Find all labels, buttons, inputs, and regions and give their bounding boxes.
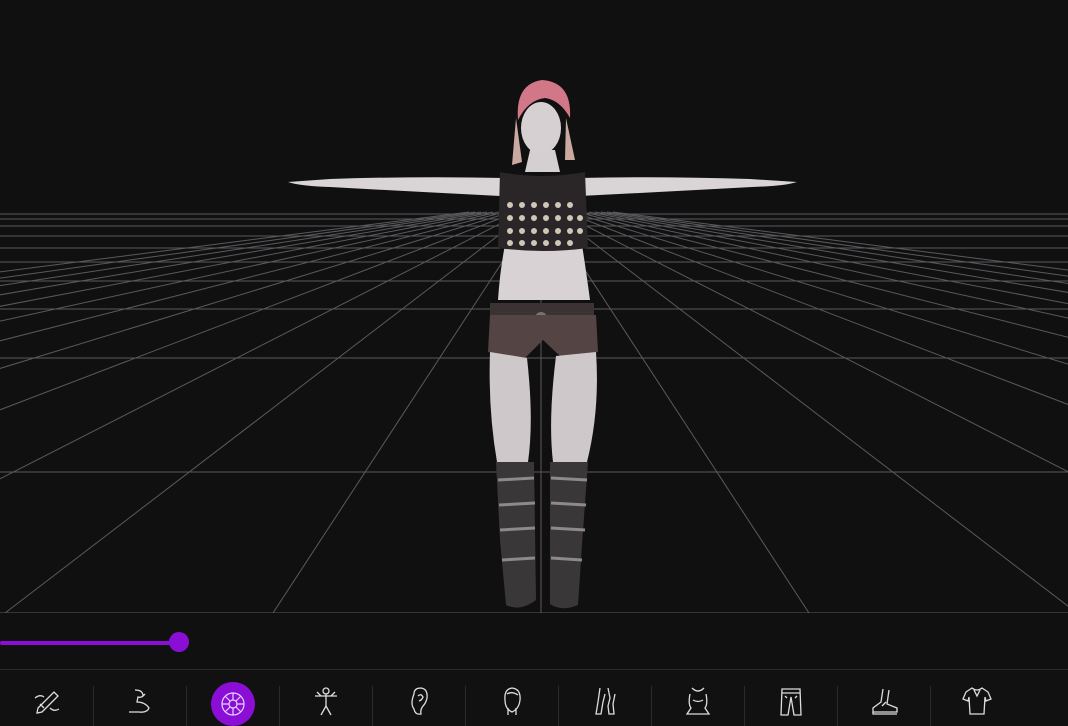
- toolbar-item-pants[interactable]: [744, 670, 837, 726]
- left-arm: [288, 177, 505, 196]
- toolbar-item-edit-body[interactable]: [0, 670, 93, 726]
- ear-icon: [410, 687, 428, 715]
- toolbar-item-ear[interactable]: [372, 670, 465, 726]
- pants-icon: [779, 688, 802, 716]
- toolbar-item-shirt[interactable]: [930, 670, 1023, 726]
- shirt-icon: [961, 687, 992, 715]
- bottom-toolbar: [0, 669, 1068, 726]
- timeline-slider-fill: [0, 641, 180, 645]
- 3d-viewport[interactable]: [0, 0, 1068, 613]
- right-arm: [578, 177, 797, 196]
- grid-line-vertical: [0, 211, 494, 307]
- head: [521, 102, 561, 154]
- toolbar-item-legs[interactable]: [558, 670, 651, 726]
- grid-line-vertical: [0, 211, 488, 296]
- toolbar-item-torso[interactable]: [651, 670, 744, 726]
- toolbar-item-body-proportions[interactable]: [279, 670, 372, 726]
- grid-line-vertical: [0, 211, 524, 480]
- left-boot: [496, 462, 536, 608]
- body-proportions-icon: [314, 687, 337, 716]
- head-icon: [503, 687, 521, 715]
- character-model[interactable]: [288, 80, 797, 609]
- grid-line-vertical: [0, 211, 518, 411]
- grid-line-vertical: [612, 211, 1068, 271]
- torso-icon: [685, 687, 710, 715]
- toolbar-item-muscle[interactable]: [93, 670, 186, 726]
- right-boot: [550, 462, 588, 609]
- grid-line-vertical: [0, 211, 482, 287]
- grid-line-vertical: [0, 211, 506, 342]
- timeline-slider[interactable]: [0, 632, 1068, 652]
- grid-line-vertical: [4, 211, 530, 613]
- edit-body-icon: [34, 691, 59, 714]
- muscle-arm-icon: [128, 689, 150, 713]
- toolbar-item-head[interactable]: [465, 670, 558, 726]
- skin-texture-wheel-icon: [220, 692, 245, 716]
- grid-line-vertical: [0, 211, 470, 273]
- grid-line-vertical: [0, 211, 500, 322]
- sports-top: [498, 172, 588, 251]
- left-leg: [489, 352, 531, 462]
- torso: [498, 245, 590, 300]
- legs-icon: [594, 687, 616, 715]
- shorts: [488, 315, 598, 358]
- grid-line-vertical: [0, 211, 512, 369]
- toolbar-item-shoes[interactable]: [837, 670, 930, 726]
- right-leg: [551, 352, 597, 462]
- shoe-icon: [871, 688, 898, 715]
- toolbar-item-skin-texture[interactable]: [186, 670, 279, 726]
- active-tool-indicator: [210, 682, 255, 726]
